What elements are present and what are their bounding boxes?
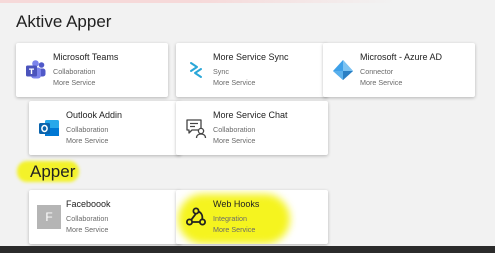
- sync-icon: [190, 62, 202, 78]
- app-category: Collaboration: [213, 125, 256, 134]
- app-name: Microsoft - Azure AD: [360, 52, 443, 62]
- app-publisher: More Service: [213, 78, 256, 87]
- app-publisher: More Service: [66, 136, 109, 145]
- app-name: Web Hooks: [213, 199, 260, 209]
- app-category: Sync: [213, 67, 229, 76]
- app-publisher: More Service: [360, 78, 403, 87]
- app-publisher: More Service: [66, 225, 109, 234]
- app-category: Collaboration: [66, 125, 109, 134]
- app-category: Collaboration: [53, 67, 96, 76]
- app-card-azure-ad[interactable]: Microsoft - Azure AD Connector More Serv…: [323, 43, 475, 97]
- teams-icon: [26, 60, 46, 79]
- app-name: Outlook Addin: [66, 110, 123, 120]
- app-publisher: More Service: [53, 78, 96, 87]
- outlook-icon: [39, 120, 59, 136]
- app-name: More Service Sync: [213, 52, 289, 62]
- app-card-microsoft-teams[interactable]: Microsoft Teams Collaboration More Servi…: [16, 43, 168, 97]
- top-accent-line: [0, 0, 495, 3]
- app-category: Connector: [360, 67, 394, 76]
- section-title-active-apps: Aktive Apper: [16, 12, 112, 31]
- app-card-more-service-sync[interactable]: More Service Sync Sync More Service: [176, 43, 328, 97]
- app-name: Faceboook: [66, 199, 111, 209]
- app-name: Microsoft Teams: [53, 52, 119, 62]
- app-name: More Service Chat: [213, 110, 288, 120]
- app-publisher: More Service: [213, 136, 256, 145]
- app-category: Collaboration: [66, 214, 109, 223]
- app-card-more-service-chat[interactable]: More Service Chat Collaboration More Ser…: [176, 101, 328, 155]
- app-category: Integration: [213, 214, 247, 223]
- azure-ad-icon: [333, 60, 353, 80]
- chat-icon: [186, 119, 207, 139]
- bottom-taskbar-edge: [0, 246, 495, 253]
- letter-f-icon: F: [37, 205, 61, 229]
- section-title-apps: Apper: [30, 162, 76, 181]
- app-card-faceboook[interactable]: F Faceboook Collaboration More Service: [29, 190, 181, 244]
- app-publisher: More Service: [213, 225, 256, 234]
- app-card-web-hooks[interactable]: Web Hooks Integration More Service: [176, 190, 328, 244]
- webhooks-icon: [186, 207, 206, 226]
- app-card-outlook-addin[interactable]: Outlook Addin Collaboration More Service: [29, 101, 181, 155]
- icon-letter: F: [45, 210, 53, 224]
